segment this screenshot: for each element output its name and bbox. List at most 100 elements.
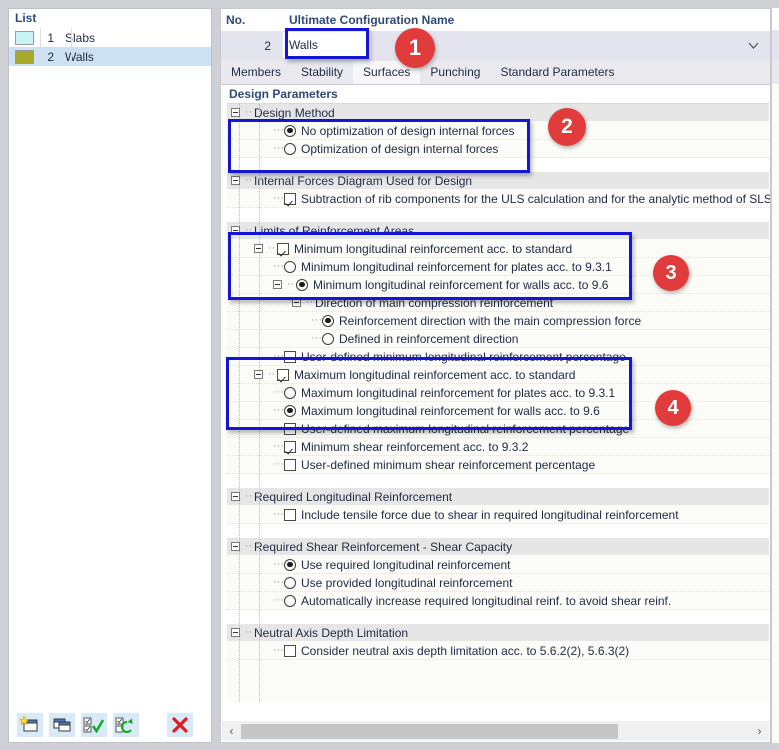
- scroll-left-arrow[interactable]: ‹: [222, 721, 241, 741]
- tree-connector: ···: [273, 124, 284, 136]
- radio-unselected[interactable]: [284, 142, 296, 155]
- section-header-limits-of-reinforcement-areas[interactable]: ·· Limits of Reinforcement Areas: [227, 222, 769, 240]
- radio-selected[interactable]: [284, 558, 296, 571]
- tree-connector: ···: [273, 440, 284, 452]
- configuration-number: 2: [221, 31, 281, 61]
- configuration-list[interactable]: 1 Slabs 2 Walls: [9, 28, 211, 85]
- checkbox-checked[interactable]: [284, 192, 296, 205]
- tree-connector: ··: [286, 278, 295, 290]
- section-header-required-shear-reinforcement[interactable]: ·· Required Shear Reinforcement - Shear C…: [227, 538, 769, 556]
- tree-connector: ··: [267, 242, 276, 254]
- section-header-required-longitudinal-reinforcement[interactable]: ·· Required Longitudinal Reinforcement: [227, 488, 769, 506]
- collapse-icon[interactable]: [231, 226, 240, 235]
- radio-selected[interactable]: [284, 124, 296, 137]
- tree-connector: ···: [273, 458, 284, 470]
- section-header-design-method[interactable]: ·· Design Method: [227, 104, 769, 122]
- section-header-neutral-axis-depth-limitation[interactable]: ·· Neutral Axis Depth Limitation: [227, 624, 769, 642]
- checkbox-unchecked[interactable]: [284, 644, 296, 657]
- radio-selected[interactable]: [322, 314, 334, 327]
- parameter-row[interactable]: ··· Subtraction of rib components for the…: [227, 190, 770, 208]
- collapse-icon[interactable]: [292, 298, 301, 307]
- collapse-icon[interactable]: [273, 280, 282, 289]
- collapse-icon[interactable]: [231, 108, 240, 117]
- parameter-row[interactable]: ··· Use required longitudinal reinforceme…: [227, 556, 769, 574]
- new-configuration-button[interactable]: [17, 712, 43, 737]
- tab-standard-parameters[interactable]: Standard Parameters: [490, 60, 625, 84]
- delete-configuration-button[interactable]: [167, 712, 193, 737]
- parameter-label: Use required longitudinal reinforcement: [301, 557, 511, 572]
- section-header-internal-forces-diagram[interactable]: ·· Internal Forces Diagram Used for Desig…: [227, 172, 769, 190]
- checkbox-checked[interactable]: [284, 440, 296, 453]
- checkbox-unchecked[interactable]: [284, 458, 296, 471]
- radio-unselected[interactable]: [284, 386, 296, 399]
- radio-unselected[interactable]: [284, 594, 296, 607]
- annotation-badge-4: 4: [655, 390, 691, 426]
- configuration-name-input[interactable]: [283, 32, 371, 58]
- checkbox-checked[interactable]: [277, 242, 289, 255]
- parameter-row[interactable]: ··· Optimization of design internal force…: [227, 140, 769, 158]
- configuration-name-cell[interactable]: [281, 31, 770, 61]
- column-header-no: No.: [226, 13, 246, 27]
- parameter-row[interactable]: ··· Consider neutral axis depth limitatio…: [227, 642, 769, 660]
- app-window: List 1 Slabs 2 Walls No. Ultimate Config…: [0, 0, 779, 750]
- parameter-row[interactable]: ··· User-defined maximum longitudinal rei…: [227, 420, 769, 438]
- collapse-icon[interactable]: [254, 244, 263, 253]
- parameter-row[interactable]: ··· Automatically increase required longi…: [227, 592, 769, 610]
- collapse-icon[interactable]: [231, 176, 240, 185]
- collapse-icon[interactable]: [231, 542, 240, 551]
- parameter-label: Minimum longitudinal reinforcement for w…: [313, 277, 609, 292]
- radio-selected[interactable]: [296, 278, 308, 291]
- section-spacer: [227, 610, 769, 624]
- parameter-row[interactable]: ··· User-defined minimum shear reinforcem…: [227, 456, 769, 474]
- section-title: Neutral Axis Depth Limitation: [254, 625, 409, 640]
- parameter-label: Minimum shear reinforcement acc. to 9.3.…: [301, 439, 529, 454]
- tree-connector: ···: [273, 422, 284, 434]
- parameter-row[interactable]: ·· Maximum longitudinal reinforcement acc…: [227, 366, 769, 384]
- radio-selected[interactable]: [284, 404, 296, 417]
- section-title: Required Longitudinal Reinforcement: [254, 489, 453, 504]
- checkbox-unchecked[interactable]: [284, 422, 296, 435]
- refresh-selection-button[interactable]: [113, 712, 139, 737]
- collapse-icon[interactable]: [254, 370, 263, 379]
- chevron-down-icon[interactable]: [747, 39, 760, 52]
- scroll-track[interactable]: [241, 721, 750, 741]
- list-empty-area: [10, 66, 210, 708]
- radio-unselected[interactable]: [284, 576, 296, 589]
- parameter-label: Defined in reinforcement direction: [339, 331, 519, 346]
- tab-punching[interactable]: Punching: [420, 60, 491, 84]
- collapse-icon[interactable]: [231, 628, 240, 637]
- parameter-row[interactable]: ·· Direction of main compression reinforc…: [227, 294, 769, 312]
- tree-connector: ··: [244, 174, 253, 186]
- configuration-list-panel: List 1 Slabs 2 Walls: [8, 8, 212, 743]
- annotation-badge-2: 2: [548, 108, 586, 146]
- select-all-button[interactable]: [81, 712, 107, 737]
- radio-unselected[interactable]: [284, 260, 296, 273]
- parameter-row[interactable]: ··· Minimum shear reinforcement acc. to 9…: [227, 438, 769, 456]
- checkbox-unchecked[interactable]: [284, 508, 296, 521]
- tree-connector: ··: [244, 540, 253, 552]
- parameter-row[interactable]: ··· Defined in reinforcement direction: [227, 330, 769, 348]
- copy-configuration-button[interactable]: [49, 712, 75, 737]
- radio-unselected[interactable]: [322, 332, 334, 345]
- scroll-right-arrow[interactable]: ›: [750, 721, 769, 741]
- tab-stability[interactable]: Stability: [291, 60, 354, 84]
- parameter-label: Consider neutral axis depth limitation a…: [301, 643, 630, 658]
- parameter-row[interactable]: ·· Minimum longitudinal reinforcement acc…: [227, 240, 769, 258]
- tab-members[interactable]: Members: [221, 60, 292, 84]
- tree-connector: ···: [273, 404, 284, 416]
- tree-connector: ···: [273, 508, 284, 520]
- color-swatch: [15, 30, 34, 45]
- parameter-row[interactable]: ··· Include tensile force due to shear in…: [227, 506, 769, 524]
- scroll-thumb[interactable]: [241, 723, 618, 739]
- horizontal-scrollbar[interactable]: ‹ ›: [222, 721, 769, 741]
- parameter-row[interactable]: ··· No optimization of design internal fo…: [227, 122, 769, 140]
- section-title: Design Method: [254, 105, 335, 120]
- parameter-row[interactable]: ··· User-defined minimum longitudinal rei…: [227, 348, 769, 366]
- parameter-row[interactable]: ··· Reinforcement direction with the main…: [227, 312, 769, 330]
- collapse-icon[interactable]: [231, 492, 240, 501]
- checkbox-unchecked[interactable]: [284, 350, 296, 363]
- parameter-label: Maximum longitudinal reinforcement for w…: [301, 403, 600, 418]
- parameter-row[interactable]: ··· Use provided longitudinal reinforceme…: [227, 574, 769, 592]
- tab-bar[interactable]: Members Stability Surfaces Punching Stan…: [221, 60, 770, 85]
- checkbox-checked[interactable]: [277, 368, 289, 381]
